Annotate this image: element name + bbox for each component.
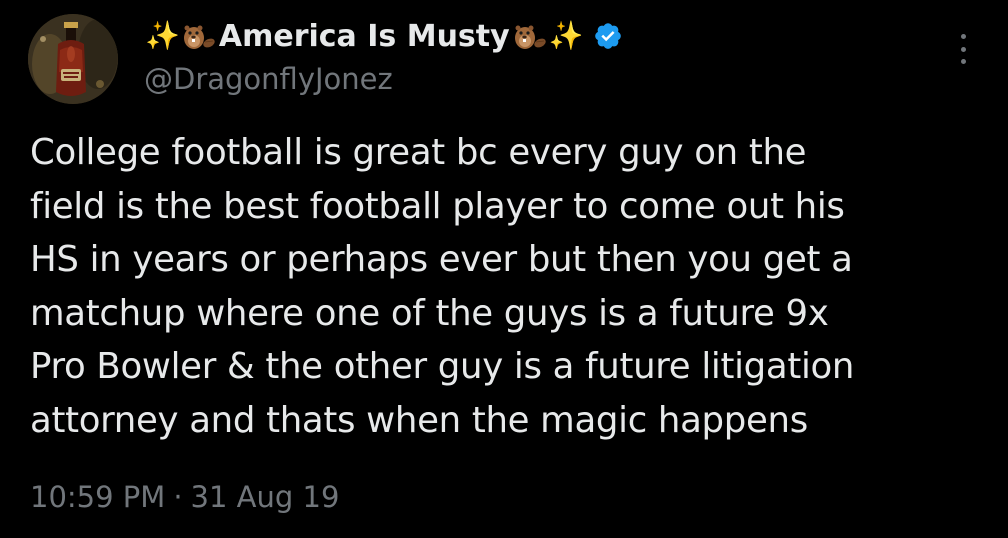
tweet-text-line: Pro Bowler & the other guy is a future l… (30, 346, 855, 388)
tweet-date: 31 Aug 19 (190, 480, 340, 514)
beaver-emoji-icon (182, 21, 216, 51)
author-name-row[interactable]: ✨ America Is Musty ✨ (144, 14, 924, 58)
avatar[interactable] (28, 14, 118, 104)
tweet-text-line: attorney and thats when the magic happen… (30, 399, 808, 441)
more-dot (960, 59, 966, 64)
more-dot (960, 34, 966, 39)
tweet-text: College football is great bc every guy o… (30, 126, 990, 448)
tweet: ✨ America Is Musty ✨ @DragonflyJonez Col… (0, 0, 1008, 538)
more-options-icon[interactable] (950, 34, 976, 64)
tweet-text-line: field is the best football player to com… (30, 185, 845, 227)
tweet-text-line: HS in years or perhaps ever but then you… (30, 239, 853, 281)
tweet-text-line: College football is great bc every guy o… (30, 132, 807, 173)
sparkles-emoji: ✨ (548, 19, 584, 52)
tweet-time: 10:59 PM (30, 480, 166, 514)
author-display-name[interactable]: America Is Musty (219, 19, 510, 54)
timestamp-separator: · (173, 480, 183, 514)
verified-badge-icon[interactable] (593, 21, 623, 51)
tweet-header: ✨ America Is Musty ✨ @DragonflyJonez (144, 14, 924, 98)
tweet-text-line: matchup where one of the guys is a futur… (30, 292, 829, 334)
beaver-emoji-icon (513, 21, 547, 51)
sparkles-emoji: ✨ (145, 19, 180, 52)
more-dot (960, 46, 966, 52)
author-handle[interactable]: @DragonflyJonez (144, 60, 924, 98)
avatar-image (28, 14, 118, 104)
tweet-timestamp[interactable]: 10:59 PM · 31 Aug 19 (30, 477, 339, 517)
